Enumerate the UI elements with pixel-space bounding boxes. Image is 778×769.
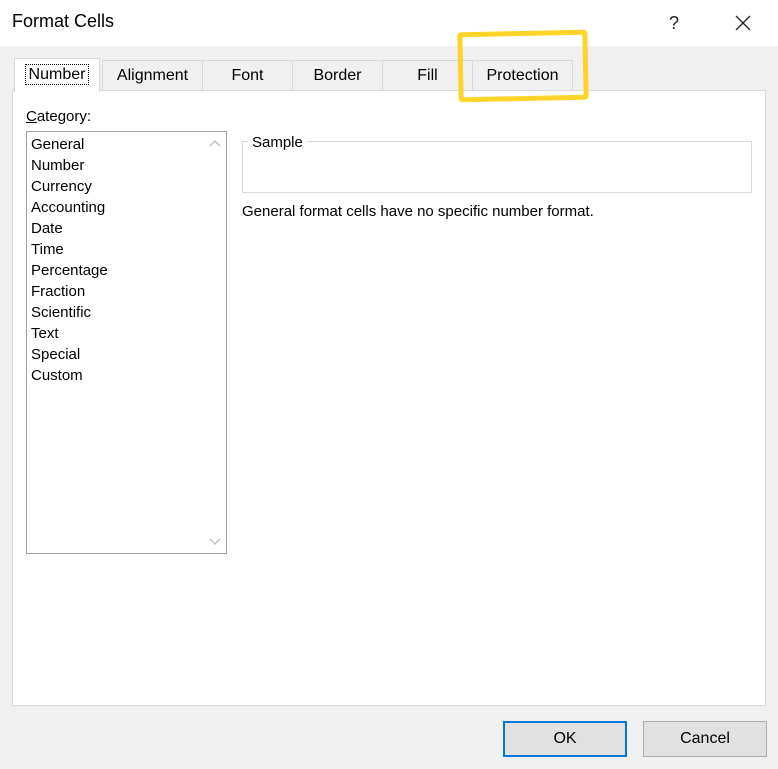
tab-border[interactable]: Border	[292, 60, 383, 90]
category-item-general[interactable]: General	[31, 134, 108, 155]
category-item-number[interactable]: Number	[31, 155, 108, 176]
tab-number[interactable]: Number	[14, 58, 100, 92]
sample-label: Sample	[248, 134, 307, 151]
dialog-title: Format Cells	[12, 11, 115, 31]
tab-font[interactable]: Font	[202, 60, 293, 90]
close-icon	[735, 15, 751, 31]
category-item-scientific[interactable]: Scientific	[31, 302, 108, 323]
category-item-fraction[interactable]: Fraction	[31, 281, 108, 302]
tab-protection[interactable]: Protection	[472, 60, 573, 90]
category-label-accesskey: C	[26, 108, 37, 125]
category-item-currency[interactable]: Currency	[31, 176, 108, 197]
tab-strip: Number Alignment Font Border Fill Protec…	[12, 58, 772, 92]
scroll-up-button[interactable]	[204, 132, 226, 154]
tab-number-label: Number	[24, 64, 90, 85]
chevron-up-icon	[209, 139, 221, 147]
close-button[interactable]	[724, 6, 762, 40]
chevron-down-icon	[209, 538, 221, 546]
scroll-down-button[interactable]	[204, 531, 226, 553]
tab-alignment[interactable]: Alignment	[102, 60, 203, 90]
format-cells-dialog: Format Cells ? Number Alignment Font Bor…	[0, 0, 778, 769]
category-item-time[interactable]: Time	[31, 239, 108, 260]
help-button[interactable]: ?	[656, 6, 692, 40]
category-item-percentage[interactable]: Percentage	[31, 260, 108, 281]
format-description: General format cells have no specific nu…	[242, 203, 594, 220]
category-item-special[interactable]: Special	[31, 344, 108, 365]
category-item-custom[interactable]: Custom	[31, 365, 108, 386]
category-listbox[interactable]: General Number Currency Accounting Date …	[26, 131, 227, 554]
category-item-accounting[interactable]: Accounting	[31, 197, 108, 218]
category-item-text[interactable]: Text	[31, 323, 108, 344]
cancel-button[interactable]: Cancel	[643, 721, 767, 757]
category-scrollbar[interactable]	[204, 132, 226, 553]
title-bar: Format Cells ?	[0, 0, 778, 46]
tab-fill[interactable]: Fill	[382, 60, 473, 90]
category-item-date[interactable]: Date	[31, 218, 108, 239]
sample-group	[242, 141, 752, 193]
category-label: Category:	[26, 108, 91, 125]
category-label-text: ategory:	[36, 108, 92, 125]
ok-button[interactable]: OK	[503, 721, 627, 757]
